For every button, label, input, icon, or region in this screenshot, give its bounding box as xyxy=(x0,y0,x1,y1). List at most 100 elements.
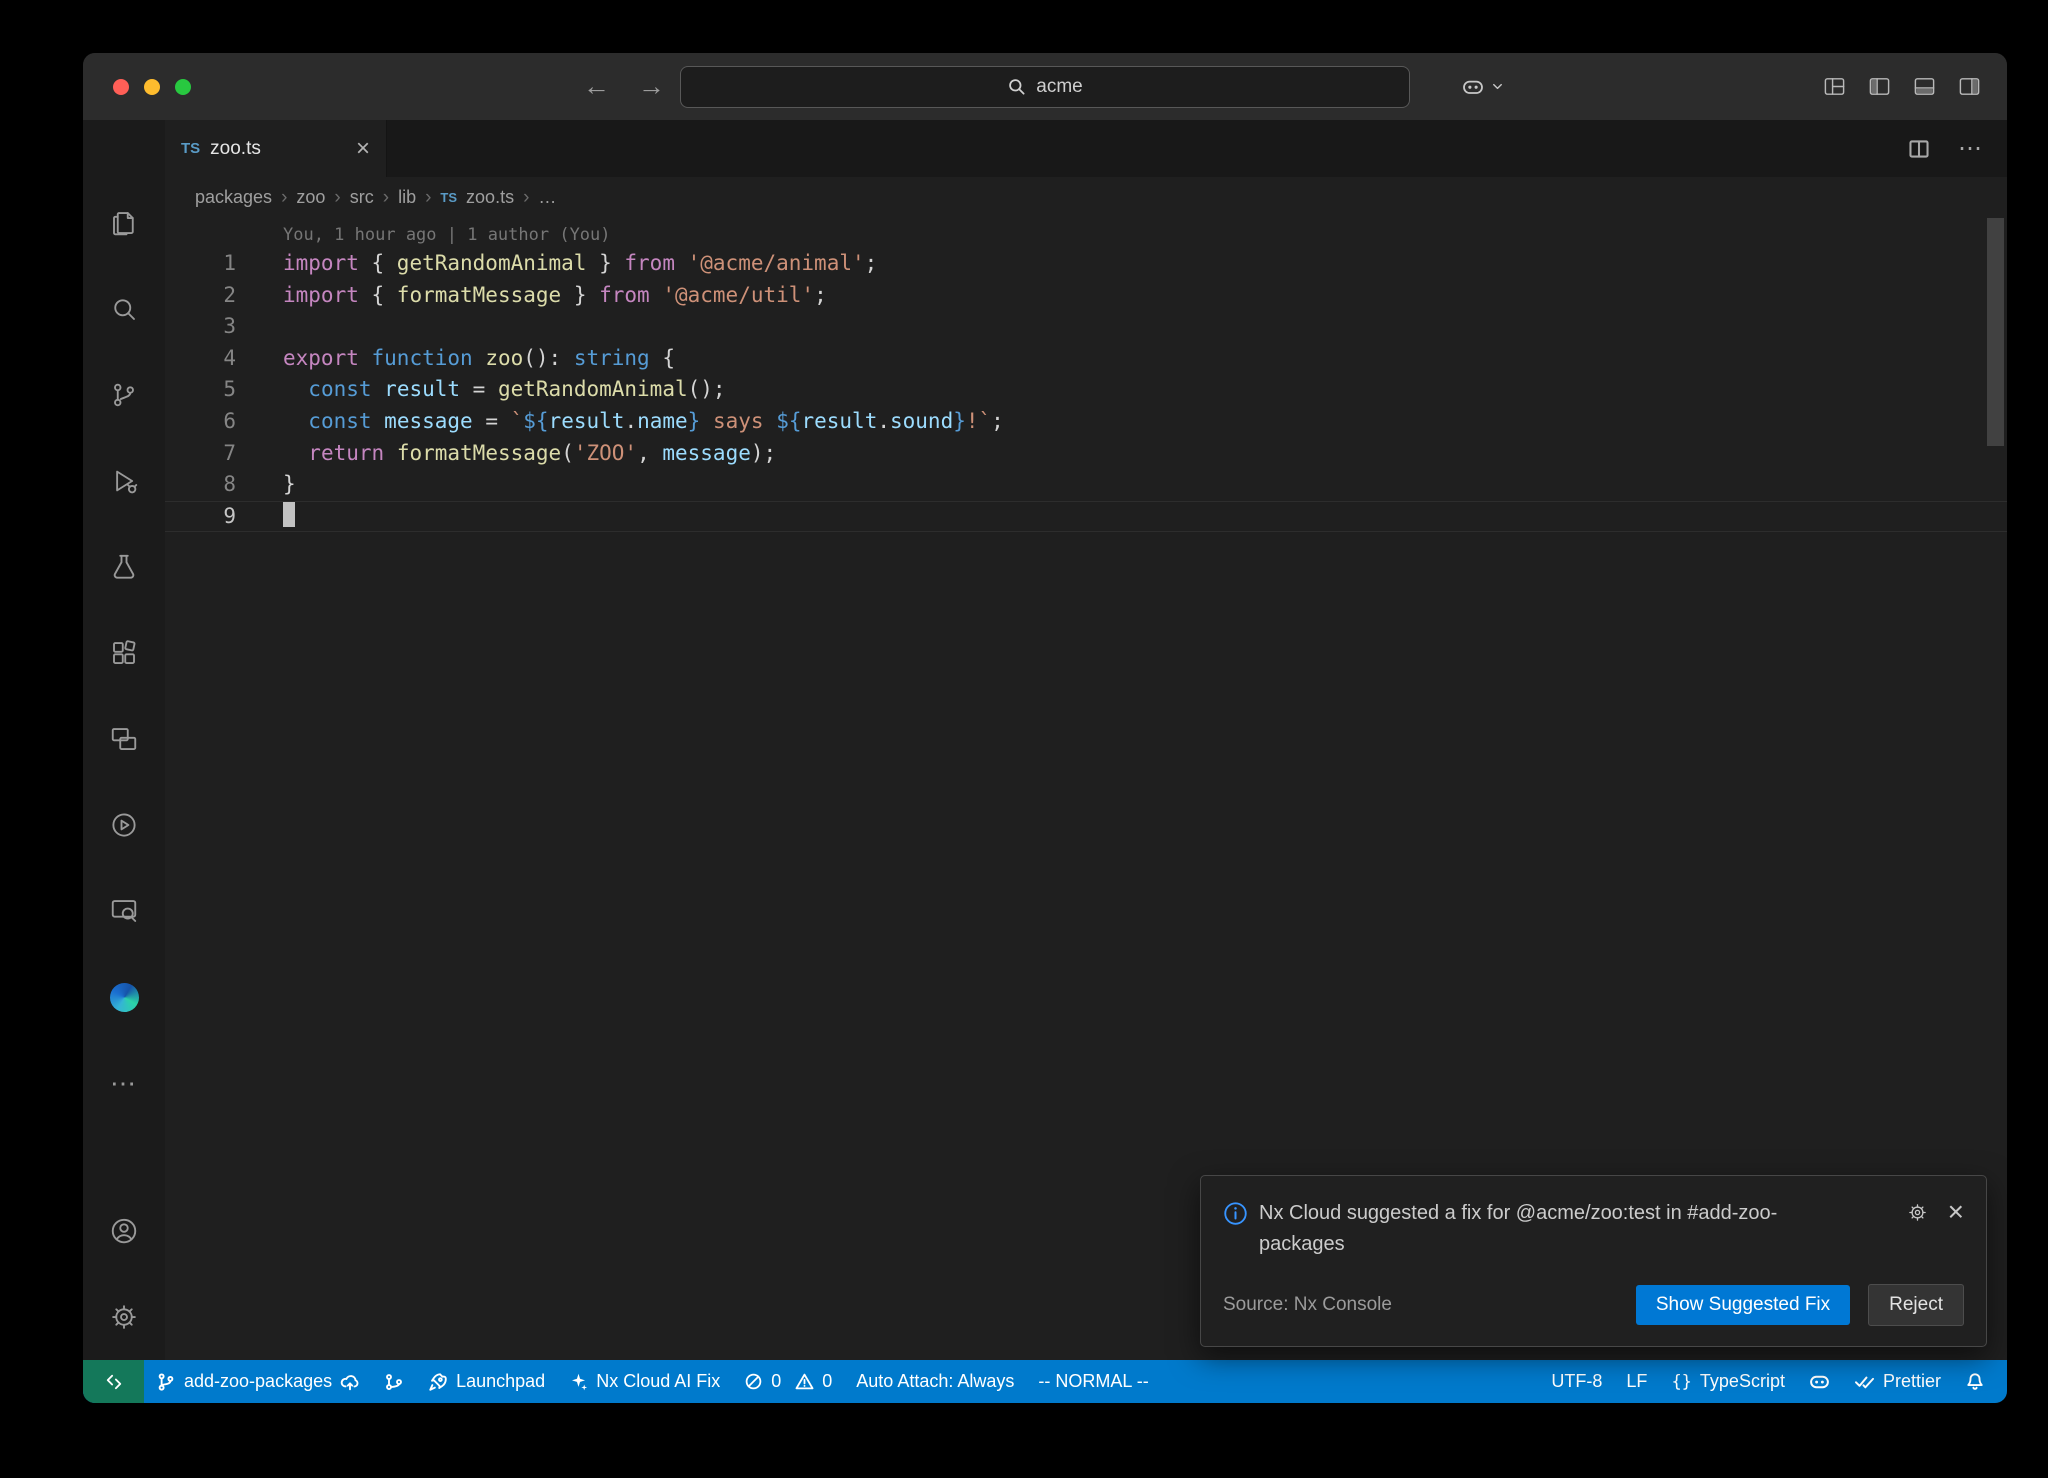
code-line[interactable]: 2import { formatMessage } from '@acme/ut… xyxy=(165,280,2007,312)
code-line[interactable]: 4export function zoo(): string { xyxy=(165,343,2007,375)
copilot-icon xyxy=(1461,75,1485,99)
nx-cloud-fix-label: Nx Cloud AI Fix xyxy=(596,1371,720,1392)
edge-browser-icon[interactable] xyxy=(83,954,165,1040)
testing-icon[interactable] xyxy=(83,524,165,610)
search-icon xyxy=(1007,77,1026,96)
search-view-icon[interactable] xyxy=(83,266,165,352)
vim-mode-status-item[interactable]: -- NORMAL -- xyxy=(1026,1360,1160,1403)
error-count: 0 xyxy=(771,1371,781,1392)
back-button[interactable]: ← xyxy=(583,71,610,102)
forward-button[interactable]: → xyxy=(638,71,665,102)
branch-status-item[interactable]: add-zoo-packages xyxy=(144,1360,372,1403)
line-number: 4 xyxy=(165,343,236,375)
code-line[interactable]: 6 const message = `${result.name} says $… xyxy=(165,406,2007,438)
run-and-debug-icon[interactable] xyxy=(83,438,165,524)
title-bar: ← → acme xyxy=(83,53,2007,120)
nx-cloud-fix-status-item[interactable]: Nx Cloud AI Fix xyxy=(557,1360,732,1403)
breadcrumb-separator: › xyxy=(281,187,287,209)
toggle-sidebar-right-icon[interactable] xyxy=(1958,75,1981,98)
editor-scrollbar[interactable] xyxy=(1987,218,2004,446)
breadcrumb-item[interactable]: … xyxy=(538,187,556,208)
auto-attach-status-item[interactable]: Auto Attach: Always xyxy=(844,1360,1026,1403)
breadcrumb-item[interactable]: zoo xyxy=(296,187,325,208)
sparkle-icon xyxy=(569,1372,588,1391)
breadcrumb-item[interactable]: zoo.ts xyxy=(466,187,514,208)
activity-bar: ⋯ xyxy=(83,120,165,1360)
launchpad-status-item[interactable]: Launchpad xyxy=(416,1360,557,1403)
extensions-icon[interactable] xyxy=(83,610,165,696)
notifications-status-item[interactable] xyxy=(1953,1360,1997,1403)
formatter-label: Prettier xyxy=(1883,1371,1941,1392)
git-graph-icon xyxy=(384,1372,404,1392)
remote-indicator[interactable] xyxy=(83,1360,144,1403)
split-editor-icon[interactable] xyxy=(1908,138,1930,160)
toggle-panel-icon[interactable] xyxy=(1913,75,1936,98)
code-line[interactable]: 7 return formatMessage('ZOO', message); xyxy=(165,438,2007,470)
breadcrumb-item[interactable]: src xyxy=(350,187,374,208)
code-line[interactable]: 3 xyxy=(165,311,2007,343)
breadcrumb-item[interactable]: lib xyxy=(398,187,416,208)
brackets-icon: {} xyxy=(1671,1372,1691,1392)
code-line[interactable]: 5 const result = getRandomAnimal(); xyxy=(165,374,2007,406)
notification-close-icon[interactable]: × xyxy=(1948,1198,1964,1226)
warning-icon xyxy=(795,1372,814,1391)
vim-mode-label: -- NORMAL -- xyxy=(1038,1371,1148,1392)
eol-status-item[interactable]: LF xyxy=(1614,1360,1659,1403)
line-number: 6 xyxy=(165,406,236,438)
command-center-search[interactable]: acme xyxy=(680,66,1410,108)
line-number: 3 xyxy=(165,311,236,343)
toggle-sidebar-left-icon[interactable] xyxy=(1868,75,1891,98)
notification-settings-gear-icon[interactable] xyxy=(1907,1202,1928,1223)
auto-attach-label: Auto Attach: Always xyxy=(856,1371,1014,1392)
explorer-icon[interactable] xyxy=(83,180,165,266)
source-control-graph-item[interactable] xyxy=(372,1360,416,1403)
gitlens-blame-annotation[interactable]: You, 1 hour ago | 1 author (You) xyxy=(283,222,2007,248)
encoding-status-item[interactable]: UTF-8 xyxy=(1539,1360,1614,1403)
breadcrumb-item[interactable]: packages xyxy=(195,187,272,208)
notification-toast: Nx Cloud suggested a fix for @acme/zoo:t… xyxy=(1200,1175,1987,1347)
close-window-button[interactable] xyxy=(113,79,129,95)
source-control-icon[interactable] xyxy=(83,352,165,438)
copilot-menu[interactable] xyxy=(1461,75,1505,99)
tab-zoo-ts[interactable]: TS zoo.ts × xyxy=(165,120,387,177)
text-cursor xyxy=(283,502,295,527)
editor-actions-more-icon[interactable]: ⋯ xyxy=(1958,134,1983,163)
language-status-item[interactable]: {} TypeScript xyxy=(1659,1360,1797,1403)
copilot-icon xyxy=(1809,1371,1830,1392)
status-bar: add-zoo-packages Launchpad Nx Cloud AI F… xyxy=(83,1360,2007,1403)
branch-name: add-zoo-packages xyxy=(184,1371,332,1392)
settings-gear-icon[interactable] xyxy=(83,1274,165,1360)
more-views-icon[interactable]: ⋯ xyxy=(83,1040,165,1126)
code-line[interactable]: 1import { getRandomAnimal } from '@acme/… xyxy=(165,248,2007,280)
notification-message: Nx Cloud suggested a fix for @acme/zoo:t… xyxy=(1259,1198,1839,1260)
remote-explorer-icon[interactable] xyxy=(83,696,165,782)
breadcrumb-separator: › xyxy=(383,187,389,209)
line-number: 1 xyxy=(165,248,236,280)
line-number: 5 xyxy=(165,374,236,406)
zoom-window-button[interactable] xyxy=(175,79,191,95)
formatter-status-item[interactable]: Prettier xyxy=(1842,1360,1953,1403)
warning-count: 0 xyxy=(822,1371,832,1392)
show-suggested-fix-button[interactable]: Show Suggested Fix xyxy=(1636,1285,1850,1325)
edge-devtools-icon[interactable] xyxy=(83,868,165,954)
chevron-down-icon xyxy=(1490,79,1505,94)
reject-button[interactable]: Reject xyxy=(1868,1284,1964,1326)
problems-status-item[interactable]: 0 0 xyxy=(732,1360,844,1403)
tab-bar: TS zoo.ts × ⋯ xyxy=(165,120,2007,177)
nx-console-icon[interactable] xyxy=(83,782,165,868)
breadcrumb: packages › zoo › src › lib › TS zoo.ts ›… xyxy=(165,177,2007,218)
code-line[interactable]: 8} xyxy=(165,469,2007,501)
code-lines: 1import { getRandomAnimal } from '@acme/… xyxy=(165,248,2007,532)
copilot-status-item[interactable] xyxy=(1797,1360,1842,1403)
tab-close-icon[interactable]: × xyxy=(356,137,370,161)
minimize-window-button[interactable] xyxy=(144,79,160,95)
line-number: 7 xyxy=(165,438,236,470)
encoding-label: UTF-8 xyxy=(1551,1371,1602,1392)
code-line[interactable]: 9 xyxy=(165,501,2007,533)
language-label: TypeScript xyxy=(1700,1371,1785,1392)
account-icon[interactable] xyxy=(83,1188,165,1274)
customize-layout-icon[interactable] xyxy=(1823,75,1846,98)
breadcrumb-separator: › xyxy=(523,187,529,209)
cloud-upload-icon xyxy=(340,1372,360,1392)
tab-label: zoo.ts xyxy=(210,138,261,160)
